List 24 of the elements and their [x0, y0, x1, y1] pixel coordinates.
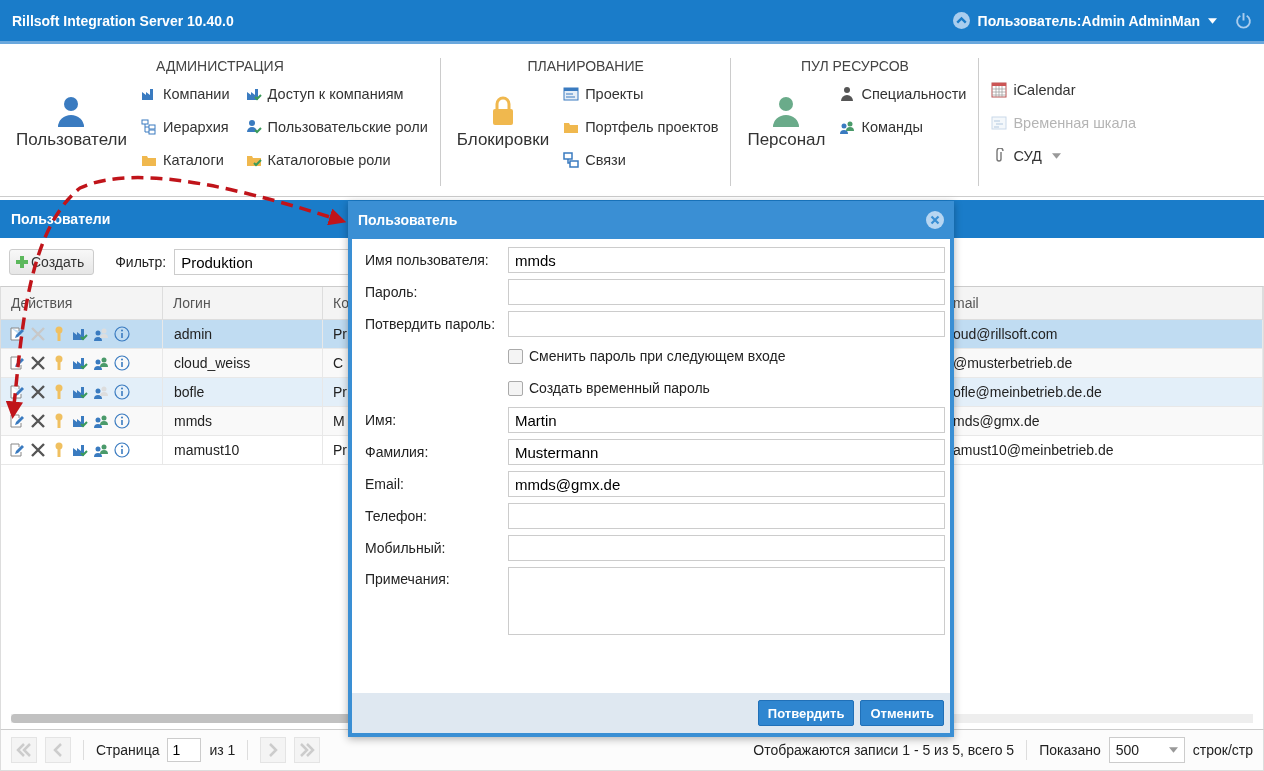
dialog-title: Пользователь [358, 212, 458, 228]
page-label: Страница [96, 742, 160, 758]
shown-label: Показано [1039, 742, 1101, 758]
table-cell: mmds [163, 407, 323, 435]
field-label: Email: [365, 476, 405, 492]
panel-title: Пользователи [11, 211, 111, 227]
field-label: Телефон: [365, 508, 428, 524]
group-title: ПЛАНИРОВАНИЕ [526, 58, 645, 74]
field-label: Мобильный: [365, 540, 447, 556]
field-label: Пароль: [365, 284, 419, 300]
field-label: Фамилия: [365, 444, 430, 460]
field-label: Имя: [365, 412, 398, 428]
table-cell: cloud_weiss [163, 349, 323, 377]
page-count: из 1 [209, 742, 236, 758]
group-title: АДМИНИСТРАЦИЯ [155, 58, 285, 74]
app-title: Rillsoft Integration Server 10.40.0 [12, 12, 234, 29]
table-cell: bofle [163, 378, 323, 406]
records-info: Отображаются записи 1 - 5 из 5, всего 5 [753, 742, 1015, 758]
group-title: ПУЛ РЕСУРСОВ [799, 58, 910, 74]
table-cell: mamust10 [163, 436, 323, 464]
per-page-label: строк/стр [1192, 742, 1253, 758]
table-cell: admin [163, 320, 323, 348]
field-label: Примечания: [365, 570, 451, 587]
filter-label: Фильтр: [115, 254, 167, 270]
